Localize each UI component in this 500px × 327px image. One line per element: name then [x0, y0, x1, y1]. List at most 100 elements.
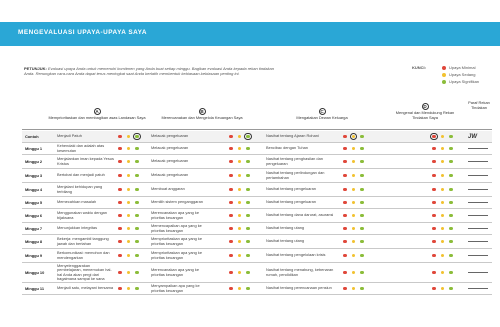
green-rating-dot-icon[interactable]	[449, 253, 453, 258]
yellow-rating-dot-icon[interactable]	[126, 226, 131, 231]
red-rating-dot-icon[interactable]	[432, 213, 436, 218]
yellow-rating-dot-icon[interactable]	[351, 173, 356, 178]
green-rating-dot-icon[interactable]	[246, 286, 250, 291]
yellow-rating-dot-icon[interactable]	[126, 134, 131, 139]
yellow-rating-dot-icon[interactable]	[351, 146, 356, 151]
yellow-rating-dot-icon[interactable]	[351, 187, 356, 192]
green-rating-dot-icon[interactable]	[135, 253, 139, 258]
green-rating-dot-icon[interactable]	[246, 270, 250, 275]
red-rating-dot-icon[interactable]	[343, 146, 347, 151]
red-rating-dot-icon[interactable]	[432, 159, 436, 164]
red-rating-dot-icon[interactable]	[343, 253, 347, 258]
green-rating-dot-icon[interactable]	[135, 270, 139, 275]
green-rating-dot-icon[interactable]	[135, 187, 139, 192]
yellow-rating-dot-icon[interactable]	[237, 159, 242, 164]
yellow-rating-dot-icon[interactable]	[237, 134, 242, 139]
red-rating-dot-icon[interactable]	[118, 286, 122, 291]
yellow-rating-dot-icon[interactable]	[126, 286, 131, 291]
green-rating-dot-icon[interactable]	[360, 159, 364, 164]
green-rating-dot-icon[interactable]	[246, 253, 250, 258]
yellow-rating-dot-icon[interactable]	[351, 226, 356, 231]
yellow-rating-dot-icon[interactable]	[440, 173, 445, 178]
red-rating-dot-icon[interactable]	[118, 239, 122, 244]
red-rating-dot-icon[interactable]	[229, 286, 233, 291]
green-rating-dot-icon[interactable]	[135, 159, 139, 164]
yellow-rating-dot-icon[interactable]	[126, 270, 131, 275]
red-rating-dot-icon[interactable]	[229, 134, 233, 139]
green-rating-dot-icon[interactable]	[133, 132, 141, 141]
green-rating-dot-icon[interactable]	[135, 239, 139, 244]
red-rating-dot-icon[interactable]	[343, 239, 347, 244]
red-rating-dot-icon[interactable]	[343, 134, 347, 139]
yellow-rating-dot-icon[interactable]	[237, 226, 242, 231]
initials-field[interactable]	[468, 263, 490, 282]
green-rating-dot-icon[interactable]	[360, 239, 364, 244]
green-rating-dot-icon[interactable]	[360, 200, 364, 205]
yellow-rating-dot-icon[interactable]	[440, 253, 445, 258]
yellow-rating-dot-icon[interactable]	[126, 200, 131, 205]
yellow-rating-dot-icon[interactable]	[440, 200, 445, 205]
initials-field[interactable]	[468, 183, 490, 196]
green-rating-dot-icon[interactable]	[360, 270, 364, 275]
green-rating-dot-icon[interactable]	[449, 187, 453, 192]
yellow-rating-dot-icon[interactable]	[351, 286, 356, 291]
yellow-rating-dot-icon[interactable]	[351, 239, 356, 244]
yellow-rating-dot-icon[interactable]	[440, 270, 445, 275]
green-rating-dot-icon[interactable]	[449, 159, 453, 164]
red-rating-dot-icon[interactable]	[118, 134, 122, 139]
red-rating-dot-icon[interactable]	[229, 239, 233, 244]
green-rating-dot-icon[interactable]	[135, 146, 139, 151]
yellow-rating-dot-icon[interactable]	[237, 213, 242, 218]
red-rating-dot-icon[interactable]	[432, 253, 436, 258]
yellow-rating-dot-icon[interactable]	[126, 146, 131, 151]
yellow-rating-dot-icon[interactable]	[351, 270, 356, 275]
green-rating-dot-icon[interactable]	[246, 146, 250, 151]
green-rating-dot-icon[interactable]	[246, 200, 250, 205]
red-rating-dot-icon[interactable]	[229, 226, 233, 231]
red-rating-dot-icon[interactable]	[432, 173, 436, 178]
red-rating-dot-icon[interactable]	[432, 200, 436, 205]
red-rating-dot-icon[interactable]	[432, 146, 436, 151]
yellow-rating-dot-icon[interactable]	[126, 213, 131, 218]
green-rating-dot-icon[interactable]	[449, 270, 453, 275]
yellow-rating-dot-icon[interactable]	[237, 270, 242, 275]
yellow-rating-dot-icon[interactable]	[440, 213, 445, 218]
green-rating-dot-icon[interactable]	[246, 187, 250, 192]
green-rating-dot-icon[interactable]	[244, 132, 252, 141]
initials-field[interactable]	[468, 197, 490, 208]
red-rating-dot-icon[interactable]	[118, 253, 122, 258]
yellow-rating-dot-icon[interactable]	[351, 200, 356, 205]
yellow-rating-dot-icon[interactable]	[237, 253, 242, 258]
red-rating-dot-icon[interactable]	[118, 187, 122, 192]
red-rating-dot-icon[interactable]	[432, 270, 436, 275]
green-rating-dot-icon[interactable]	[360, 213, 364, 218]
initials-field[interactable]	[468, 283, 490, 294]
red-rating-dot-icon[interactable]	[229, 200, 233, 205]
green-rating-dot-icon[interactable]	[360, 146, 364, 151]
green-rating-dot-icon[interactable]	[135, 173, 139, 178]
initials-field[interactable]	[468, 223, 490, 234]
red-rating-dot-icon[interactable]	[343, 226, 347, 231]
red-rating-dot-icon[interactable]	[229, 270, 233, 275]
green-rating-dot-icon[interactable]	[449, 226, 453, 231]
yellow-rating-dot-icon[interactable]	[126, 173, 131, 178]
green-rating-dot-icon[interactable]	[135, 226, 139, 231]
red-rating-dot-icon[interactable]	[343, 286, 347, 291]
green-rating-dot-icon[interactable]	[449, 173, 453, 178]
red-rating-dot-icon[interactable]	[430, 132, 438, 141]
red-rating-dot-icon[interactable]	[118, 159, 122, 164]
green-rating-dot-icon[interactable]	[246, 213, 250, 218]
red-rating-dot-icon[interactable]	[118, 226, 122, 231]
red-rating-dot-icon[interactable]	[229, 173, 233, 178]
green-rating-dot-icon[interactable]	[449, 239, 453, 244]
yellow-rating-dot-icon[interactable]	[440, 187, 445, 192]
red-rating-dot-icon[interactable]	[432, 187, 436, 192]
red-rating-dot-icon[interactable]	[229, 253, 233, 258]
green-rating-dot-icon[interactable]	[360, 134, 364, 139]
green-rating-dot-icon[interactable]	[360, 187, 364, 192]
red-rating-dot-icon[interactable]	[118, 200, 122, 205]
yellow-rating-dot-icon[interactable]	[237, 200, 242, 205]
red-rating-dot-icon[interactable]	[432, 226, 436, 231]
green-rating-dot-icon[interactable]	[246, 239, 250, 244]
yellow-rating-dot-icon[interactable]	[237, 173, 242, 178]
